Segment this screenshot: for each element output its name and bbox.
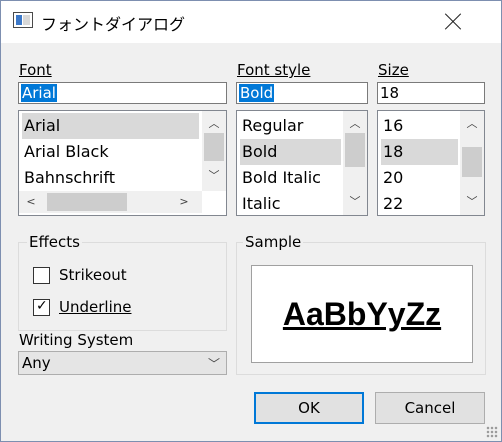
font-style-vertical-scrollbar[interactable]: ︿ ﹀: [343, 111, 367, 215]
effects-group: Effects Strikeout ✓ Underline: [18, 233, 227, 331]
font-style-list-item[interactable]: Bold Italic: [240, 165, 341, 191]
ok-button[interactable]: OK: [254, 392, 364, 424]
font-list-horizontal-thumb[interactable]: [47, 193, 127, 211]
underline-label[interactable]: Underline: [59, 298, 131, 316]
font-list-vertical-thumb[interactable]: [204, 133, 224, 161]
underline-checkbox[interactable]: ✓: [33, 298, 50, 316]
underline-label-text: Underline: [59, 298, 132, 316]
font-style-list-item[interactable]: Regular: [240, 113, 341, 139]
font-style-input[interactable]: Bold: [236, 82, 368, 104]
sample-preview: AaBbYyZz: [251, 265, 473, 363]
font-list-item[interactable]: Arial Black: [22, 139, 199, 165]
strikeout-label[interactable]: Strikeout: [59, 266, 127, 284]
sample-group-title: Sample: [243, 233, 304, 251]
scroll-right-icon[interactable]: >: [174, 195, 194, 209]
window-title: フォントダイアログ: [41, 15, 186, 34]
cancel-button[interactable]: Cancel: [375, 392, 485, 424]
sample-text: AaBbYyZz: [282, 296, 442, 332]
size-value: 18: [380, 84, 400, 102]
size-list-item[interactable]: 18: [381, 139, 458, 165]
font-name-value: Arial: [21, 84, 57, 102]
sample-group: Sample AaBbYyZz: [236, 233, 486, 375]
app-window-icon: [13, 12, 33, 28]
size-list-item[interactable]: 16: [381, 113, 458, 139]
close-icon[interactable]: [429, 1, 475, 43]
font-style-label-text: Font style: [237, 61, 311, 79]
resize-grip-icon[interactable]: [486, 426, 498, 438]
font-label: Font: [19, 61, 52, 79]
scroll-left-icon[interactable]: <: [21, 195, 41, 209]
font-list[interactable]: Arial Arial Black Bahnschrift ︿ ﹀ < >: [18, 110, 227, 216]
font-style-list-item[interactable]: Italic: [240, 191, 341, 215]
title-bar: フォントダイアログ: [1, 1, 501, 43]
size-list[interactable]: 16 18 20 22 ︿ ﹀: [377, 110, 485, 216]
size-input[interactable]: 18: [377, 82, 485, 104]
scroll-down-icon[interactable]: ﹀: [204, 169, 224, 183]
font-style-list[interactable]: Regular Bold Bold Italic Italic ︿ ﹀: [236, 110, 368, 216]
font-list-horizontal-scrollbar[interactable]: < >: [19, 191, 202, 213]
size-vertical-thumb[interactable]: [462, 147, 482, 177]
scroll-up-icon[interactable]: ︿: [462, 117, 482, 131]
font-style-label: Font style: [237, 61, 310, 79]
scroll-down-icon[interactable]: ﹀: [345, 195, 365, 209]
writing-system-label: Writing System: [19, 331, 134, 349]
scroll-down-icon[interactable]: ﹀: [462, 195, 482, 209]
size-label-text: Size: [378, 61, 409, 79]
strikeout-checkbox[interactable]: [33, 267, 50, 284]
font-name-input[interactable]: Arial: [18, 82, 227, 104]
font-label-text: Font: [19, 61, 52, 79]
checkmark-icon: ✓: [36, 298, 48, 314]
scroll-up-icon[interactable]: ︿: [204, 117, 224, 131]
effects-group-title: Effects: [27, 233, 82, 251]
size-list-item[interactable]: 20: [381, 165, 458, 191]
font-list-vertical-scrollbar[interactable]: ︿ ﹀: [202, 111, 226, 191]
size-label: Size: [378, 61, 409, 79]
font-dialog: フォントダイアログ Font Arial Arial Arial Black B…: [0, 0, 502, 442]
scroll-up-icon[interactable]: ︿: [345, 117, 365, 131]
font-list-item[interactable]: Bahnschrift: [22, 165, 199, 191]
size-list-item[interactable]: 22: [381, 191, 458, 215]
font-list-item[interactable]: Arial: [22, 113, 199, 139]
chevron-down-icon: ﹀: [207, 357, 220, 371]
font-style-vertical-thumb[interactable]: [345, 133, 365, 167]
font-style-value: Bold: [239, 84, 275, 102]
writing-system-dropdown[interactable]: Any ﹀: [18, 351, 227, 375]
writing-system-value: Any: [22, 354, 51, 372]
font-style-list-item[interactable]: Bold: [240, 139, 341, 165]
size-vertical-scrollbar[interactable]: ︿ ﹀: [460, 111, 484, 215]
